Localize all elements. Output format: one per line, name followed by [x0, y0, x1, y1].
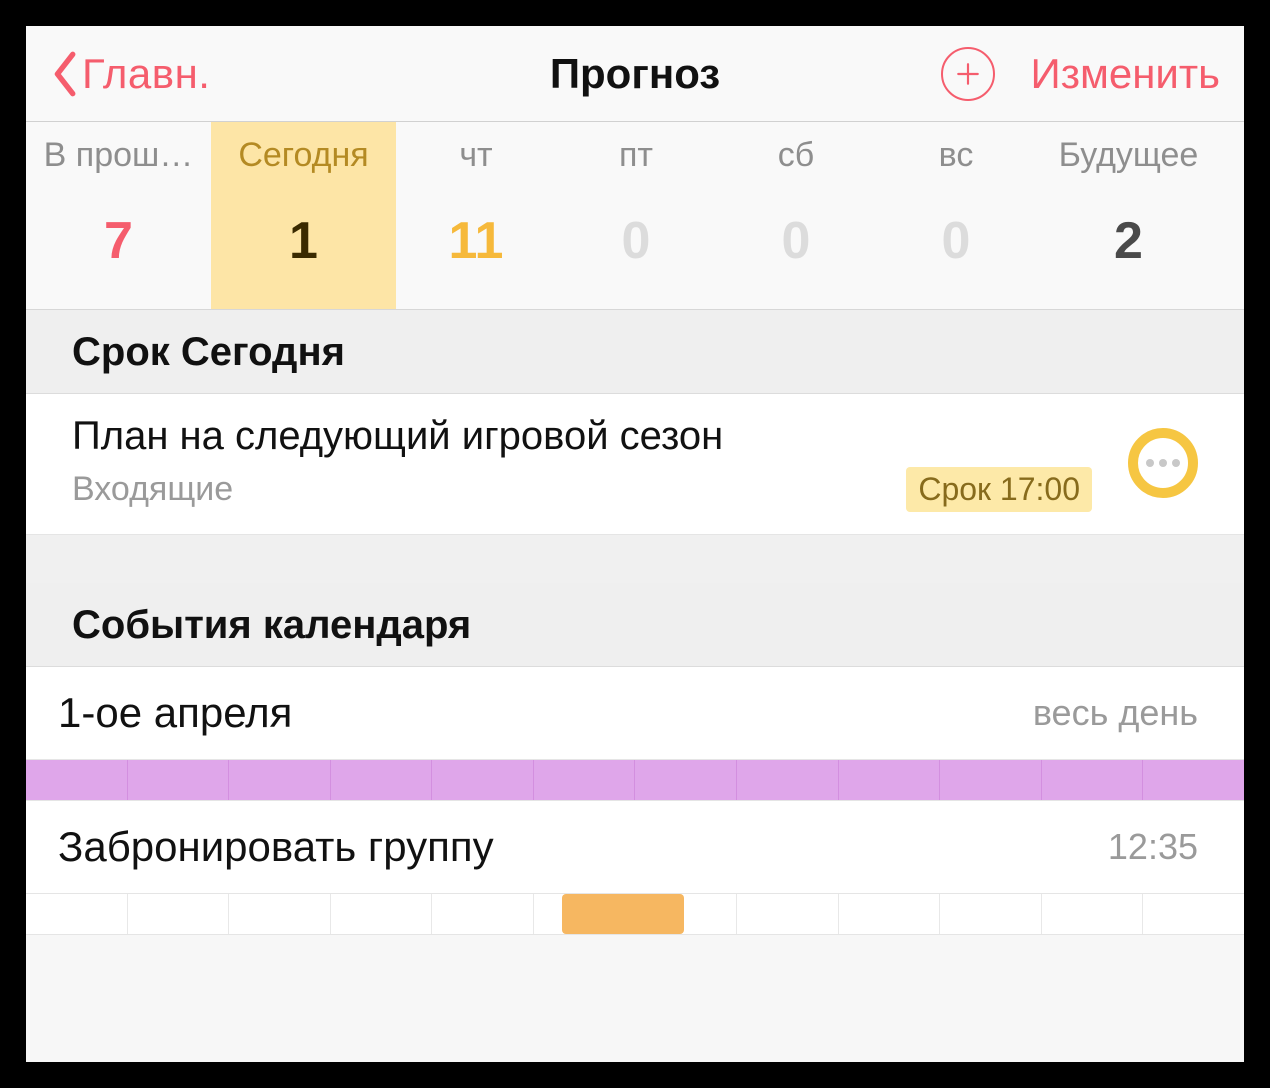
task-main: План на следующий игровой сезон Входящие…	[72, 414, 1104, 512]
navbar: Главн. Прогноз Изменить	[26, 26, 1244, 122]
day-count: 0	[942, 211, 971, 271]
task-folder: Входящие	[72, 470, 233, 509]
day-column-sun[interactable]: вс 0	[876, 122, 1036, 309]
day-count: 1	[289, 211, 318, 271]
back-label: Главн.	[82, 50, 210, 98]
task-sub: Входящие Срок 17:00	[72, 467, 1104, 512]
back-button[interactable]: Главн.	[50, 50, 210, 98]
day-count: 0	[782, 211, 811, 271]
day-column-fri[interactable]: пт 0	[556, 122, 716, 309]
day-column-sat[interactable]: сб 0	[716, 122, 876, 309]
event-title: 1-ое апреля	[58, 689, 292, 737]
day-column-past[interactable]: В прош… 7	[26, 122, 211, 309]
section-header-due-today: Срок Сегодня	[26, 310, 1244, 394]
day-label: пт	[619, 136, 653, 175]
dot-icon	[1172, 459, 1180, 467]
day-label: Сегодня	[238, 136, 368, 175]
day-label: сб	[778, 136, 814, 175]
day-strip: В прош… 7 Сегодня 1 чт 11 пт 0 сб 0 вс 0…	[26, 122, 1244, 310]
day-label: чт	[459, 136, 492, 175]
section-gap	[26, 535, 1244, 583]
task-due-badge: Срок 17:00	[906, 467, 1092, 512]
chevron-left-icon	[50, 50, 78, 98]
task-row[interactable]: План на следующий игровой сезон Входящие…	[26, 394, 1244, 535]
dot-icon	[1146, 459, 1154, 467]
page-title: Прогноз	[550, 50, 720, 98]
day-label: Будущее	[1059, 136, 1199, 175]
event-title: Забронировать группу	[58, 823, 494, 871]
event-bar-slot	[562, 894, 684, 934]
edit-button[interactable]: Изменить	[1031, 50, 1220, 98]
day-count: 2	[1114, 211, 1143, 271]
task-more-button[interactable]	[1128, 428, 1198, 498]
day-column-thu[interactable]: чт 11	[396, 122, 556, 309]
event-time: весь день	[1033, 692, 1198, 734]
day-count: 7	[104, 211, 133, 271]
day-label: В прош…	[44, 136, 194, 175]
event-time: 12:35	[1108, 826, 1198, 868]
calendar-event-row[interactable]: Забронировать группу 12:35	[26, 801, 1244, 935]
add-button[interactable]	[941, 47, 995, 101]
section-header-calendar: События календаря	[26, 583, 1244, 667]
day-count: 11	[449, 211, 504, 271]
day-column-future[interactable]: Будущее 2	[1036, 122, 1221, 309]
event-timeline	[26, 759, 1244, 801]
day-count: 0	[622, 211, 651, 271]
task-title: План на следующий игровой сезон	[72, 414, 1104, 459]
forecast-screen: Главн. Прогноз Изменить В прош… 7 Сегодн…	[26, 26, 1244, 1062]
dot-icon	[1159, 459, 1167, 467]
plus-icon	[955, 61, 981, 87]
calendar-event-row[interactable]: 1-ое апреля весь день	[26, 667, 1244, 801]
day-label: вс	[939, 136, 974, 175]
event-timeline	[26, 893, 1244, 935]
day-column-today[interactable]: Сегодня 1	[211, 122, 396, 309]
